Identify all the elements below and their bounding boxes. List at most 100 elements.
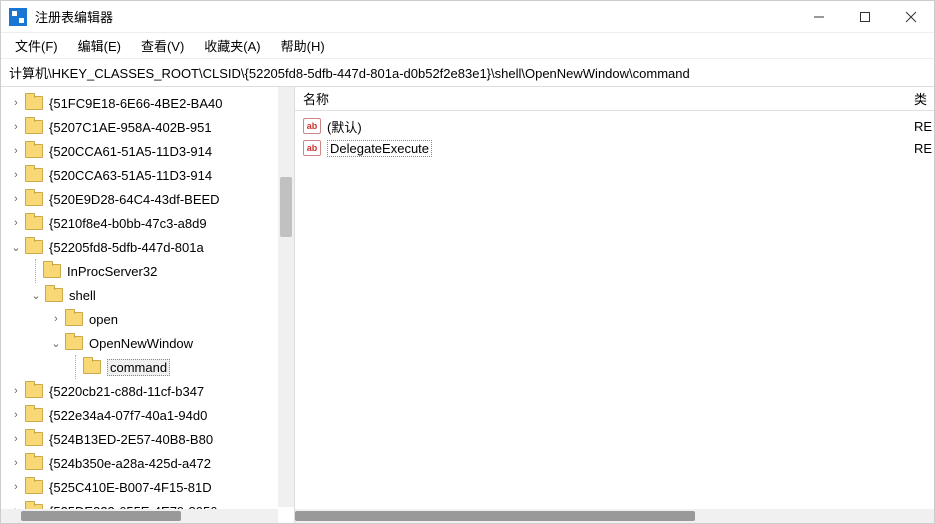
app-icon — [9, 8, 27, 26]
tree-node-label: {520E9D28-64C4-43df-BEED — [49, 192, 220, 207]
tree-connector — [29, 259, 43, 283]
string-value-icon: ab — [303, 118, 321, 134]
col-header-type[interactable]: 类 — [914, 89, 934, 108]
address-text: 计算机\HKEY_CLASSES_ROOT\CLSID\{52205fd8-5d… — [9, 66, 690, 81]
folder-icon — [43, 264, 61, 278]
menu-help[interactable]: 帮助(H) — [273, 34, 333, 57]
values-header[interactable]: 名称 类 — [295, 87, 934, 111]
titlebar: 注册表编辑器 — [1, 1, 934, 33]
tree-node-label: {52205fd8-5dfb-447d-801a — [49, 240, 204, 255]
value-name: DelegateExecute — [327, 140, 432, 157]
values-rows[interactable]: ab (默认) REab DelegateExecute RE — [295, 111, 934, 163]
tree-vscroll-thumb[interactable] — [280, 177, 292, 237]
folder-icon — [25, 408, 43, 422]
col-header-name[interactable]: 名称 — [303, 89, 914, 108]
folder-icon — [25, 192, 43, 206]
tree-node-label: {522e34a4-07f7-40a1-94d0 — [49, 408, 207, 423]
tree-node[interactable]: › open — [1, 307, 278, 331]
expand-icon[interactable]: › — [9, 217, 23, 229]
tree-hscrollbar[interactable] — [1, 509, 278, 523]
folder-icon — [25, 480, 43, 494]
tree-list[interactable]: › {51FC9E18-6E66-4BE2-BA40 › {5207C1AE-958A… — [1, 87, 278, 509]
window-title: 注册表编辑器 — [35, 7, 796, 26]
tree-node-label: {5210f8e4-b0bb-47c3-a8d9 — [49, 216, 207, 231]
tree-node[interactable]: ›{5220cb21-c88d-11cf-b347 — [1, 379, 278, 403]
tree-node[interactable]: ⌄ {52205fd8-5dfb-447d-801a — [1, 235, 278, 259]
expand-icon[interactable]: › — [9, 121, 23, 133]
folder-icon — [65, 336, 83, 350]
tree-node[interactable]: ›{525DE323-655E-4E79-8056 — [1, 499, 278, 509]
expand-icon[interactable]: › — [9, 481, 23, 493]
tree-node-label: command — [107, 359, 170, 376]
main-panes: › {51FC9E18-6E66-4BE2-BA40 › {5207C1AE-958A… — [1, 87, 934, 523]
tree-node[interactable]: › {522e34a4-07f7-40a1-94d0 — [1, 403, 278, 427]
tree-node[interactable]: › {51FC9E18-6E66-4BE2-BA40 — [1, 91, 278, 115]
address-bar[interactable]: 计算机\HKEY_CLASSES_ROOT\CLSID\{52205fd8-5d… — [1, 59, 934, 87]
tree-node-label: {520CCA61-51A5-11D3-914 — [49, 144, 212, 159]
tree-node[interactable]: › {525C410E-B007-4F15-81D — [1, 475, 278, 499]
menu-file[interactable]: 文件(F) — [7, 34, 66, 57]
value-type: RE — [914, 119, 934, 134]
value-name: (默认) — [327, 117, 362, 136]
close-button[interactable] — [888, 1, 934, 33]
expand-icon[interactable]: › — [9, 433, 23, 445]
tree-hscroll-thumb[interactable] — [21, 511, 181, 521]
tree-node-label: {525C410E-B007-4F15-81D — [49, 480, 212, 495]
tree-node-label: {524b350e-a28a-425d-a472 — [49, 456, 211, 471]
value-row[interactable]: abDelegateExecuteRE — [295, 137, 934, 159]
minimize-button[interactable] — [796, 1, 842, 33]
tree-vscrollbar[interactable] — [278, 87, 294, 507]
expand-icon[interactable]: › — [9, 97, 23, 109]
tree-node[interactable]: › {524B13ED-2E57-40B8-B80 — [1, 427, 278, 451]
values-hscroll-thumb[interactable] — [295, 511, 695, 521]
tree-node-label: {524B13ED-2E57-40B8-B80 — [49, 432, 213, 447]
collapse-icon[interactable]: ⌄ — [29, 289, 43, 302]
menu-favorites[interactable]: 收藏夹(A) — [196, 34, 268, 57]
folder-icon — [25, 216, 43, 230]
tree-node[interactable]: ⌄ shell — [1, 283, 278, 307]
folder-icon — [25, 168, 43, 182]
tree-node[interactable]: › {520CCA61-51A5-11D3-914 — [1, 139, 278, 163]
folder-icon — [65, 312, 83, 326]
tree-node-label: OpenNewWindow — [89, 336, 193, 351]
tree-pane: › {51FC9E18-6E66-4BE2-BA40 › {5207C1AE-958A… — [1, 87, 295, 523]
expand-icon[interactable]: › — [9, 193, 23, 205]
folder-icon — [45, 288, 63, 302]
value-row[interactable]: ab (默认) RE — [295, 115, 934, 137]
expand-icon[interactable]: › — [9, 169, 23, 181]
tree-node-label: shell — [69, 288, 96, 303]
values-hscrollbar[interactable] — [295, 509, 934, 523]
tree-node[interactable]: › {5207C1AE-958A-402B-951 — [1, 115, 278, 139]
collapse-icon[interactable]: ⌄ — [49, 337, 63, 350]
tree-node[interactable]: › {524b350e-a28a-425d-a472 — [1, 451, 278, 475]
folder-icon — [25, 432, 43, 446]
folder-icon — [83, 360, 101, 374]
menu-view[interactable]: 查看(V) — [133, 34, 192, 57]
tree-node-label: {5207C1AE-958A-402B-951 — [49, 120, 212, 135]
expand-icon[interactable]: › — [49, 313, 63, 325]
menubar: 文件(F) 编辑(E) 查看(V) 收藏夹(A) 帮助(H) — [1, 33, 934, 59]
expand-icon[interactable]: › — [9, 457, 23, 469]
tree-node-label: InProcServer32 — [67, 264, 157, 279]
tree-node[interactable]: › {520E9D28-64C4-43df-BEED — [1, 187, 278, 211]
tree-node[interactable]: › {520CCA63-51A5-11D3-914 — [1, 163, 278, 187]
tree-node-label: {51FC9E18-6E66-4BE2-BA40 — [49, 96, 222, 111]
maximize-button[interactable] — [842, 1, 888, 33]
folder-icon — [25, 96, 43, 110]
collapse-icon[interactable]: ⌄ — [9, 241, 23, 254]
folder-icon — [25, 456, 43, 470]
tree-node[interactable]: command — [1, 355, 278, 379]
tree-node-label: {520CCA63-51A5-11D3-914 — [49, 168, 212, 183]
folder-icon — [25, 240, 43, 254]
tree-node[interactable]: ⌄ OpenNewWindow — [1, 331, 278, 355]
tree-node[interactable]: › {5210f8e4-b0bb-47c3-a8d9 — [1, 211, 278, 235]
expand-icon[interactable]: › — [9, 409, 23, 421]
expand-icon[interactable]: › — [9, 145, 23, 157]
values-pane: 名称 类 ab (默认) REab DelegateExecute RE — [295, 87, 934, 523]
folder-icon — [25, 384, 43, 398]
value-type: RE — [914, 141, 934, 156]
menu-edit[interactable]: 编辑(E) — [70, 34, 129, 57]
expand-icon[interactable]: › — [9, 385, 23, 397]
tree-node[interactable]: InProcServer32 — [1, 259, 278, 283]
tree-node-label: open — [89, 312, 118, 327]
